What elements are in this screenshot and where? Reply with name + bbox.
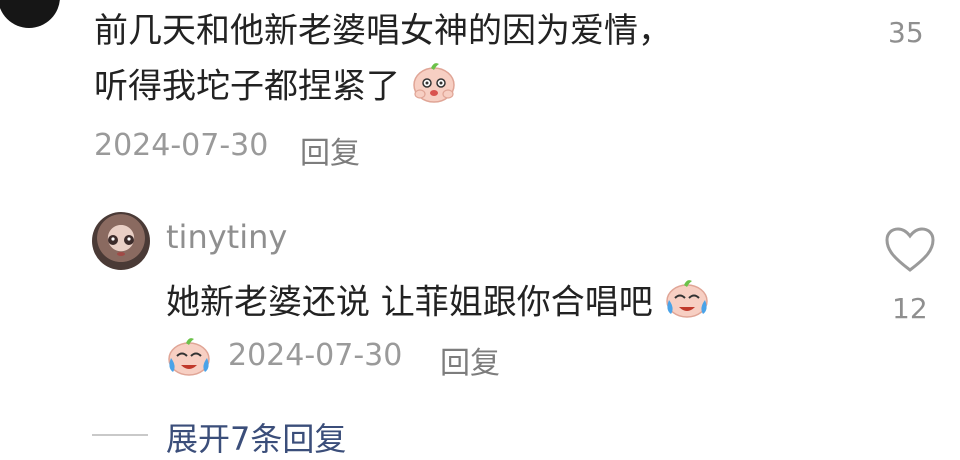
crying-laugh-face-icon [664, 274, 710, 334]
username[interactable]: tinytiny [166, 218, 287, 256]
comment-text-line2-row: 听得我坨子都捏紧了 [94, 58, 457, 118]
reply-date: 2024-07-30 [228, 338, 403, 373]
avatar[interactable] [0, 0, 60, 28]
crying-laugh-face-icon [166, 332, 212, 382]
comment-text-line2: 听得我坨子都捏紧了 [94, 66, 400, 107]
comment-text-line1: 前几天和他新老婆唱女神的因为爱情， [94, 11, 672, 51]
comment-date: 2024-07-30 [94, 128, 269, 163]
expand-replies-link[interactable]: 展开7条回复 [166, 414, 346, 460]
heart-icon[interactable] [884, 226, 936, 278]
reply-button[interactable]: 回复 [300, 128, 360, 172]
reply-text-row: 她新老婆还说 让菲姐跟你合唱吧 [166, 274, 710, 334]
divider [92, 434, 148, 436]
like-count: 12 [892, 292, 928, 325]
like-count: 35 [888, 16, 924, 49]
avatar[interactable] [92, 212, 150, 270]
reply-meta-row [166, 332, 212, 382]
reply-button[interactable]: 回复 [440, 338, 500, 382]
nervous-face-icon [411, 58, 457, 118]
reply-text: 她新老婆还说 让菲姐跟你合唱吧 [166, 282, 653, 323]
